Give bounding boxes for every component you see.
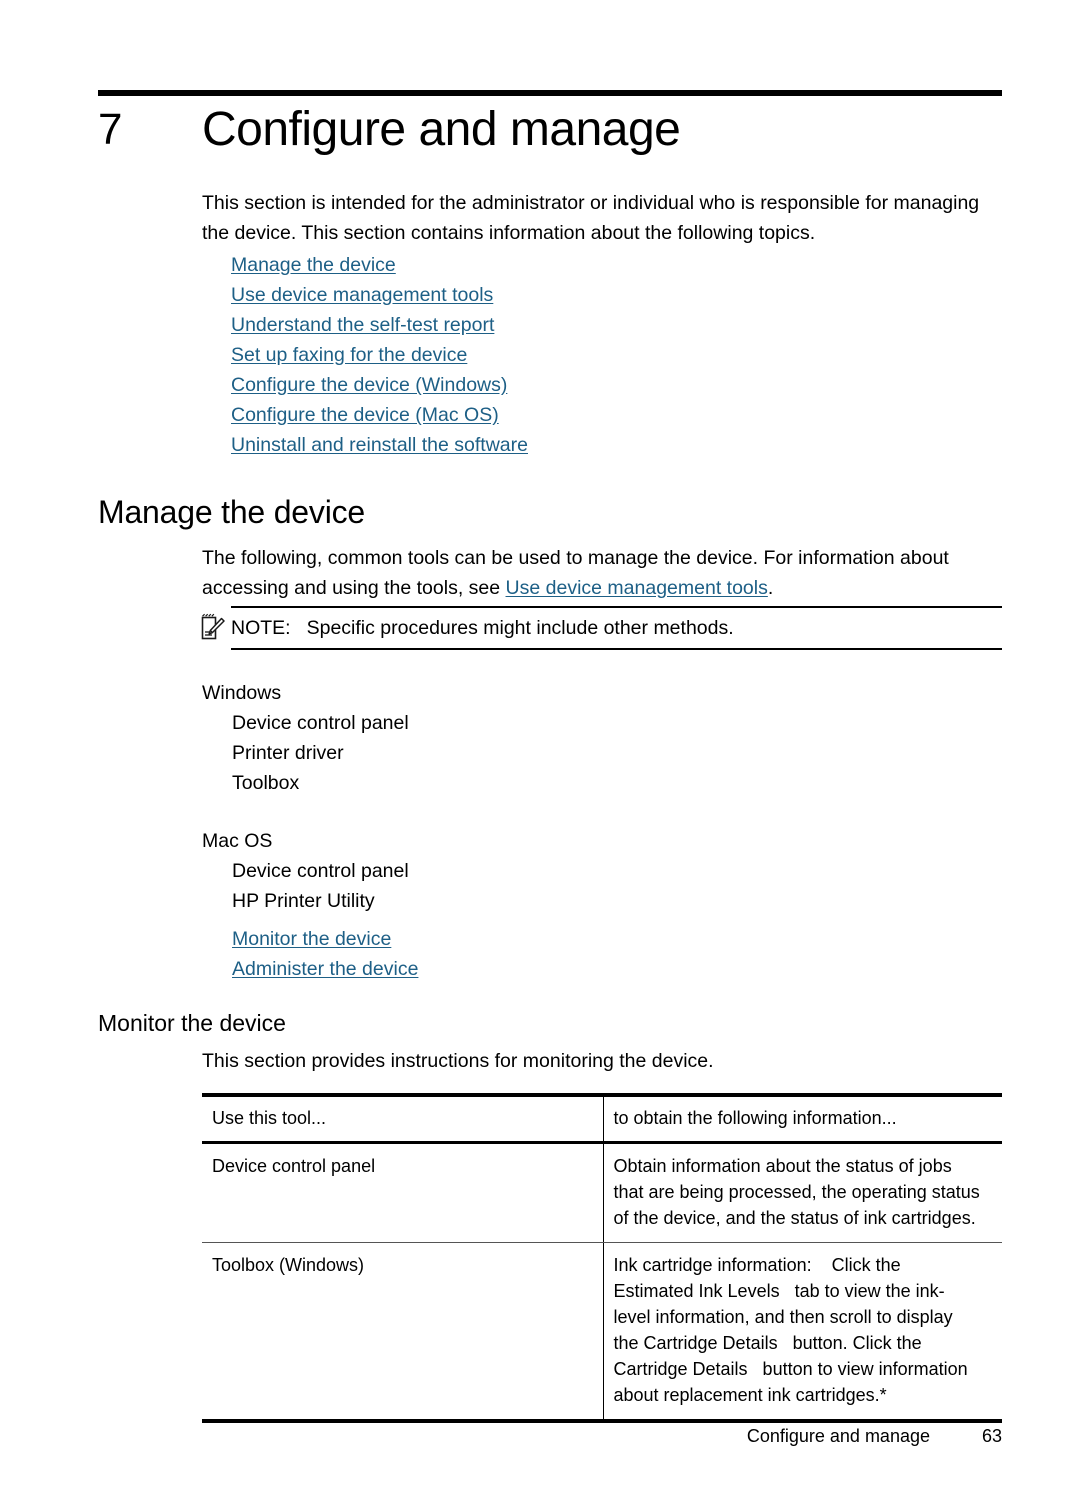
platform-name-mac-os: Mac OS bbox=[202, 830, 273, 852]
table-cell-line: the Cartridge Details button. Click the bbox=[613, 1333, 922, 1353]
chapter-rule bbox=[98, 90, 1002, 96]
table-cell-line: of the device, and the status of ink car… bbox=[613, 1208, 976, 1228]
table-cell-line: Ink cartridge information: Click the bbox=[613, 1255, 901, 1275]
note-message: Specific procedures might include other … bbox=[306, 617, 734, 639]
table-cell-line: Cartridge Details button to view informa… bbox=[613, 1359, 968, 1379]
document-page: 7 Configure and manage This section is i… bbox=[0, 0, 1080, 1496]
topic-link-uninstall-and-reinstall-the-software[interactable]: Uninstall and reinstall the software bbox=[231, 430, 931, 460]
platform-item: Toolbox bbox=[232, 772, 300, 794]
platform-item: HP Printer Utility bbox=[232, 890, 375, 912]
footer-page-number: 63 bbox=[981, 1426, 1002, 1446]
table-cell-line: level information, and then scroll to di… bbox=[613, 1307, 953, 1327]
table-cell-tool: Toolbox (Windows) bbox=[202, 1242, 603, 1423]
platform-item: Device control panel bbox=[232, 712, 409, 734]
monitor-paragraph: This section provides instructions for m… bbox=[202, 1050, 714, 1072]
table-cell-line: Obtain information about the status of j… bbox=[613, 1156, 952, 1176]
platform-item: Printer driver bbox=[232, 742, 344, 764]
table-row: Toolbox (Windows) Ink cartridge informat… bbox=[202, 1242, 1002, 1423]
table-cell-line: that are being processed, the operating … bbox=[613, 1182, 980, 1202]
chapter-header: 7 Configure and manage bbox=[98, 98, 1002, 168]
platform-group-windows: Windows Device control panel Printer dri… bbox=[202, 678, 902, 798]
table-row: Device control panel Obtain information … bbox=[202, 1142, 1002, 1243]
footer-title: Configure and manage bbox=[746, 1426, 930, 1446]
manage-paragraph: The following, common tools can be used … bbox=[202, 543, 1002, 603]
table-cell-info: Ink cartridge information: Click the Est… bbox=[602, 1242, 1002, 1423]
topic-link-list: Manage the device Use device management … bbox=[231, 250, 931, 460]
table-cell-line: Estimated Ink Levels tab to view the ink… bbox=[613, 1281, 945, 1301]
table-cell-line: about replacement ink cartridges.* bbox=[613, 1385, 887, 1405]
note-pad-pencil-icon bbox=[199, 613, 225, 641]
page-footer: Configure and manage 63 bbox=[600, 1424, 1002, 1448]
topic-link-understand-the-self-test-report[interactable]: Understand the self-test report bbox=[231, 310, 931, 340]
page-title: Configure and manage bbox=[202, 103, 681, 156]
intro-paragraph: This section is intended for the adminis… bbox=[202, 192, 980, 244]
monitor-tools-table: Use this tool... to obtain the following… bbox=[202, 1093, 1002, 1423]
platform-link-administer-the-device[interactable]: Administer the device bbox=[232, 954, 902, 984]
chapter-number: 7 bbox=[98, 105, 123, 154]
platform-group-mac-os: Mac OS Device control panel HP Printer U… bbox=[202, 826, 902, 984]
platform-link-monitor-the-device[interactable]: Monitor the device bbox=[232, 924, 902, 954]
table-cell-info: Obtain information about the status of j… bbox=[602, 1142, 1002, 1243]
platform-link-group: Monitor the device Administer the device bbox=[202, 924, 902, 984]
heading-manage-the-device: Manage the device bbox=[98, 494, 366, 530]
manage-paragraph-text-after: . bbox=[767, 577, 774, 599]
topic-link-configure-the-device-mac-os[interactable]: Configure the device (Mac OS) bbox=[231, 400, 931, 430]
topic-link-use-device-management-tools[interactable]: Use device management tools bbox=[231, 280, 931, 310]
monitor-tools-table-wrapper: Use this tool... to obtain the following… bbox=[202, 1093, 1002, 1423]
table-header-information: to obtain the following information... bbox=[602, 1093, 1002, 1144]
table-header-row: Use this tool... to obtain the following… bbox=[202, 1093, 1002, 1144]
inline-link-use-device-management-tools[interactable]: Use device management tools bbox=[506, 577, 768, 599]
note-label: NOTE: bbox=[231, 617, 291, 639]
topic-link-configure-the-device-windows[interactable]: Configure the device (Windows) bbox=[231, 370, 931, 400]
table-cell-tool: Device control panel bbox=[202, 1142, 603, 1243]
topic-link-set-up-faxing-for-the-device[interactable]: Set up faxing for the device bbox=[231, 340, 931, 370]
note-text: NOTE: Specific procedures might include o… bbox=[231, 616, 1002, 640]
heading-monitor-the-device: Monitor the device bbox=[98, 1010, 286, 1036]
platform-name-windows: Windows bbox=[202, 682, 282, 704]
table-header-use-this-tool: Use this tool... bbox=[202, 1093, 603, 1144]
topic-link-manage-the-device[interactable]: Manage the device bbox=[231, 250, 931, 280]
platform-item: Device control panel bbox=[232, 860, 409, 882]
